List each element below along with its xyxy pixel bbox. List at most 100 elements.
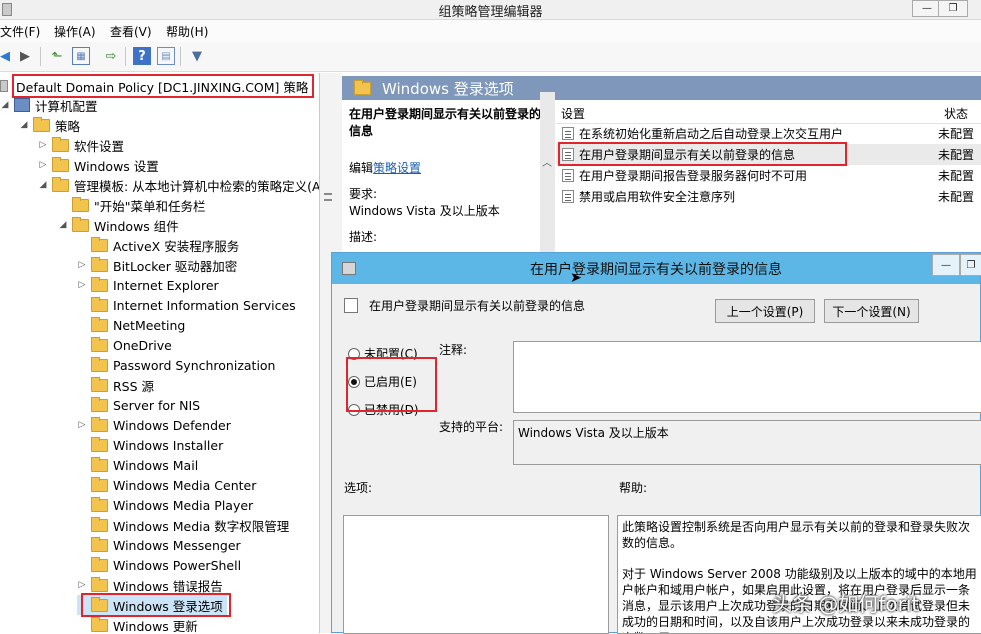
filter-icon[interactable]: ▼ xyxy=(188,47,206,65)
tree-item-bitlocker[interactable]: ▷ BitLocker 驱动器加密 xyxy=(77,255,237,275)
back-arrow-icon[interactable]: ◀ xyxy=(0,47,14,65)
expand-icon[interactable]: ▷ xyxy=(77,260,87,270)
folder-icon xyxy=(91,296,108,312)
tree-item-start-menu[interactable]: "开始"菜单和任务栏 xyxy=(58,195,206,215)
tree-item-label: 管理模板: 从本地计算机中检索的策略定义(ADM xyxy=(74,178,320,194)
tree-item-windows-mail[interactable]: Windows Mail xyxy=(77,455,198,475)
tree-item-windows-installer[interactable]: Windows Installer xyxy=(77,435,223,455)
folder-icon xyxy=(91,416,108,432)
column-state[interactable]: 状态 xyxy=(944,105,968,122)
setting-name: 禁用或启用软件安全注意序列 xyxy=(579,190,736,204)
scroll-up-icon[interactable]: ︿ xyxy=(542,154,552,169)
tree-item-label: Server for NIS xyxy=(113,397,201,413)
folder-icon xyxy=(91,376,108,392)
expand-icon[interactable]: ▷ xyxy=(38,140,48,150)
export-list-icon[interactable]: ⇨ xyxy=(102,47,120,65)
tree-item-windows-components[interactable]: ◢ Windows 组件 xyxy=(58,215,179,235)
folder-icon xyxy=(52,176,69,192)
expand-icon[interactable]: ▷ xyxy=(38,160,48,170)
list-item[interactable]: 在系统初始化重新启动之后自动登录上次交互用户 未配置 xyxy=(556,123,981,144)
tree-item-rss[interactable]: RSS 源 xyxy=(77,375,154,395)
forward-arrow-icon[interactable]: ▶ xyxy=(16,47,34,65)
requirements-label: 要求: xyxy=(349,187,378,201)
column-setting[interactable]: 设置 xyxy=(561,105,585,122)
description-label: 描述: xyxy=(349,230,378,244)
tree-item-label: Windows 设置 xyxy=(74,158,159,174)
policy-setting-icon xyxy=(562,169,574,182)
tree-item-label: BitLocker 驱动器加密 xyxy=(113,258,238,274)
edit-policy-link[interactable]: 策略设置 xyxy=(373,161,421,175)
menu-view[interactable]: 查看(V) xyxy=(110,23,152,40)
dialog-minimize-button[interactable]: — xyxy=(932,254,960,276)
window-title: 组策略管理编辑器 xyxy=(438,5,543,20)
tree-item-netmeeting[interactable]: NetMeeting xyxy=(77,315,185,335)
help-icon[interactable]: ? xyxy=(133,47,151,65)
prev-setting-button[interactable]: 上一个设置(P) xyxy=(715,299,815,323)
policy-icon xyxy=(0,80,8,92)
list-item[interactable]: 在用户登录期间报告登录服务器何时不可用 未配置 xyxy=(556,165,981,186)
tree-item-admin-templates[interactable]: ◢ 管理模板: 从本地计算机中检索的策略定义(ADM xyxy=(38,175,320,195)
properties-icon[interactable]: ▤ xyxy=(157,47,175,65)
restore-button[interactable]: ❐ xyxy=(938,0,968,17)
show-hide-tree-icon[interactable]: ▦ xyxy=(72,47,90,65)
next-setting-button[interactable]: 下一个设置(N) xyxy=(824,299,919,323)
expand-icon[interactable]: ▷ xyxy=(77,280,87,290)
tree-item-label: Windows 错误报告 xyxy=(113,578,223,594)
dialog-title-bar[interactable]: 在用户登录期间显示有关以前登录的信息 ➤ — ❐ xyxy=(332,253,981,286)
details-header: Windows 登录选项 xyxy=(342,76,981,100)
tree-pane: Default Domain Policy [DC1.JINXING.COM] … xyxy=(0,73,320,633)
tree-item-software-settings[interactable]: ▷ 软件设置 xyxy=(38,135,124,155)
tree-item-error-reporting[interactable]: ▷ Windows 错误报告 xyxy=(77,575,223,595)
tree-item-label: Windows PowerShell xyxy=(113,557,242,573)
folder-icon xyxy=(91,576,108,592)
tree-item-policies[interactable]: ◢ 策略 xyxy=(19,115,80,135)
tree-item-media-drm[interactable]: Windows Media 数字权限管理 xyxy=(77,515,289,535)
up-folder-icon[interactable]: ⬑ xyxy=(48,47,66,65)
tree-item-media-player[interactable]: Windows Media Player xyxy=(77,495,253,515)
folder-icon xyxy=(91,496,108,512)
tree-item-windows-defender[interactable]: ▷ Windows Defender xyxy=(77,415,231,435)
platform-label: 支持的平台: xyxy=(439,420,504,434)
tree-item-computer-config[interactable]: ◢ 计算机配置 xyxy=(0,95,98,115)
tree-item-activex[interactable]: ActiveX 安装程序服务 xyxy=(77,235,239,255)
expand-icon[interactable]: ◢ xyxy=(58,220,68,230)
tree-item-iis[interactable]: Internet Information Services xyxy=(77,295,296,315)
tree-item-media-center[interactable]: Windows Media Center xyxy=(77,475,256,495)
details-header-title: Windows 登录选项 xyxy=(382,79,514,98)
tree-item-windows-settings[interactable]: ▷ Windows 设置 xyxy=(38,155,159,175)
setting-state: 未配置 xyxy=(938,190,975,204)
expand-icon[interactable]: ▷ xyxy=(77,420,87,430)
tree-item-powershell[interactable]: Windows PowerShell xyxy=(77,555,241,575)
tree-item-password-sync[interactable]: Password Synchronization xyxy=(77,355,275,375)
vertical-scrollbar[interactable]: ︿ xyxy=(540,92,555,257)
dialog-restore-button[interactable]: ❐ xyxy=(960,254,981,276)
folder-icon xyxy=(72,196,89,212)
setting-state: 未配置 xyxy=(938,169,975,183)
tree-item-internet-explorer[interactable]: ▷ Internet Explorer xyxy=(77,275,219,295)
folder-icon xyxy=(91,616,108,632)
expand-icon[interactable]: ◢ xyxy=(38,180,48,190)
folder-icon xyxy=(91,276,108,292)
menu-file[interactable]: 文件(F) xyxy=(0,23,40,40)
folder-icon xyxy=(91,536,108,552)
expand-icon[interactable]: ◢ xyxy=(19,120,29,130)
desc-title: 在用户登录期间显示有关以前登录的信息 xyxy=(349,107,542,138)
tree-item-label: Windows Defender xyxy=(113,417,231,433)
expand-icon[interactable]: ▷ xyxy=(77,580,87,590)
folder-icon xyxy=(91,256,108,272)
computer-icon xyxy=(14,98,30,112)
tree-item-server-for-nis[interactable]: Server for NIS xyxy=(77,395,200,415)
help-paragraph: 此策略设置控制系统是否向用户显示有关以前的登录和登录失败次数的信息。 xyxy=(622,520,971,550)
menu-action[interactable]: 操作(A) xyxy=(54,23,96,40)
expand-icon[interactable]: ◢ xyxy=(0,100,10,110)
tree-item-messenger[interactable]: Windows Messenger xyxy=(77,535,241,555)
folder-icon xyxy=(91,356,108,372)
setting-name: 在用户登录期间报告登录服务器何时不可用 xyxy=(579,169,808,183)
tree-item-onedrive[interactable]: OneDrive xyxy=(77,335,172,355)
tree-item-label: Password Synchronization xyxy=(113,357,276,373)
toolbar-separator xyxy=(180,47,181,66)
list-item[interactable]: 禁用或启用软件安全注意序列 未配置 xyxy=(556,186,981,207)
menu-help[interactable]: 帮助(H) xyxy=(166,23,208,40)
comment-textarea[interactable] xyxy=(513,341,981,413)
tree-item-windows-update[interactable]: Windows 更新 xyxy=(77,615,198,633)
